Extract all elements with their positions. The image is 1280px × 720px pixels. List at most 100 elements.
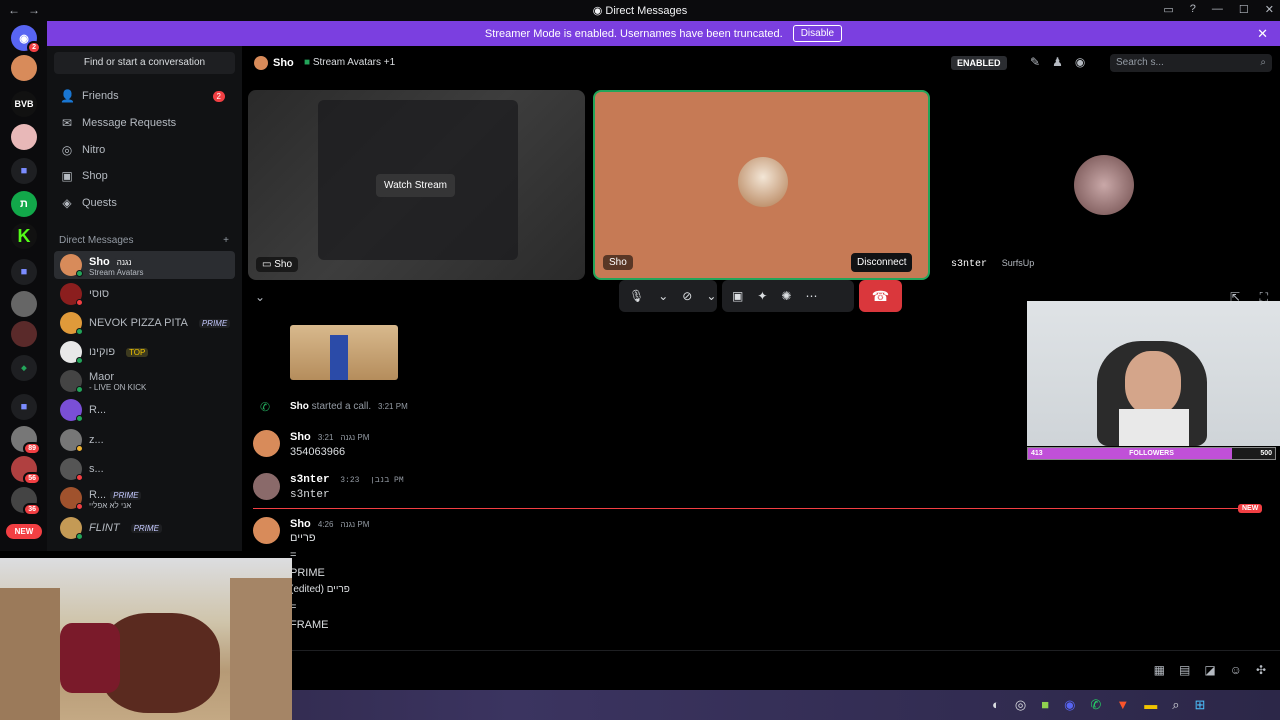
dm-item[interactable]: z... [54, 426, 235, 454]
minimize-icon[interactable]: — [1212, 3, 1223, 16]
screen-share-icon[interactable]: ▣ [732, 289, 743, 303]
avatar[interactable] [253, 473, 280, 500]
discord-icon[interactable]: ◉ [1064, 697, 1075, 713]
nav-nitro[interactable]: ◎ Nitro [54, 138, 235, 162]
camera-off-icon[interactable]: ⊘ [682, 289, 692, 303]
window-controls: ▭ ? — ☐ ✕ [1163, 3, 1274, 16]
close-window-icon[interactable]: ✕ [1265, 3, 1274, 16]
avatar [60, 399, 83, 422]
server-icon[interactable]: 36 [11, 487, 41, 516]
pin-icon[interactable]: ✎ [1030, 55, 1040, 69]
disconnect-button[interactable]: ☎ [859, 280, 902, 312]
dm-item[interactable]: s... [54, 455, 235, 483]
inbox-icon[interactable]: ▭ [1163, 3, 1173, 16]
add-dm-icon[interactable]: + [223, 235, 229, 246]
close-icon[interactable]: ✕ [1257, 26, 1268, 42]
sticker-icon[interactable]: ◪ [1204, 663, 1215, 677]
user-avatar[interactable] [11, 55, 37, 81]
gift-icon[interactable]: ▦ [1154, 663, 1165, 677]
activity-controls: ▣ ✦ ✺ ⋯ [722, 280, 854, 312]
dm-item[interactable]: FLINT PRIME [54, 514, 235, 542]
avatar [60, 487, 83, 510]
header-activity[interactable]: ■ Stream Avatars +1 [304, 57, 395, 68]
image-attachment[interactable] [290, 325, 398, 380]
kick-icon[interactable]: K [11, 223, 37, 249]
folder-icon[interactable]: ■ [11, 158, 37, 184]
avatar [60, 429, 83, 452]
followers-goal-bar: 413 FOLLOWERS 500 [1027, 447, 1276, 460]
title-bar: ←→ ◉ Direct Messages ▭ ? — ☐ ✕ [0, 0, 1280, 21]
windows-icon[interactable]: ⊞ [1194, 697, 1205, 713]
avatar[interactable] [253, 430, 280, 457]
chevron-down-icon[interactable]: ⌄ [658, 289, 668, 303]
server-bvb[interactable]: BVB [11, 91, 37, 117]
dm-item[interactable]: סוסי [54, 280, 235, 308]
chevron-down-icon[interactable]: ⌄ [706, 289, 716, 303]
avatar[interactable] [253, 517, 280, 544]
folder-icon[interactable]: ■ [11, 394, 37, 420]
disable-button[interactable]: Disable [792, 25, 843, 42]
dm-item[interactable]: NEVOK PIZZA PITA PRIME [54, 309, 235, 337]
activities-icon[interactable]: ✦ [757, 289, 767, 303]
friends-count-badge: 2 [212, 90, 225, 102]
avatar [60, 254, 83, 277]
chevron-down-icon[interactable]: ⌄ [255, 290, 265, 304]
emoji-icon[interactable]: ☺ [1230, 663, 1242, 677]
dm-item[interactable]: Maor - LIVE ON KICK [54, 367, 235, 395]
search-icon[interactable]: ⌕ [1172, 697, 1179, 713]
gif-icon[interactable]: ▤ [1179, 663, 1190, 677]
message-composer[interactable]: ▦ ▤ ◪ ☺ ✣ [242, 650, 1280, 690]
stream-tile[interactable]: Watch Stream ▭ Sho [248, 90, 585, 280]
participant-tile[interactable]: Sho [593, 90, 930, 280]
new-messages-badge: NEW [1238, 504, 1263, 513]
avatar [1074, 155, 1134, 215]
server-icon[interactable]: 56 [11, 456, 41, 485]
server-icon[interactable] [11, 321, 37, 347]
microphone-icon[interactable]: 🎙 [629, 289, 644, 303]
folder-icon[interactable]: ■ [11, 259, 37, 285]
dm-item[interactable]: פוקינו TOP [54, 338, 235, 366]
brave-icon[interactable]: ▼ [1116, 697, 1129, 713]
edge-icon[interactable]: ◐ [992, 697, 1000, 713]
home-button[interactable]: ◉ 2 [11, 25, 41, 54]
stream-icon: ▭ [262, 259, 275, 270]
dm-item[interactable]: R... [54, 396, 235, 424]
enabled-badge[interactable]: ENABLED [951, 56, 1007, 70]
folder-icon[interactable]: ▬ [1144, 697, 1157, 713]
apps-icon[interactable]: ✣ [1256, 663, 1266, 677]
add-friends-icon[interactable]: ♟ [1052, 55, 1063, 69]
obs-icon[interactable]: ◎ [1015, 697, 1026, 713]
dm-sidebar: Find or start a conversation 👤 Friends 2… [47, 46, 242, 551]
find-conversation-input[interactable]: Find or start a conversation [54, 52, 235, 74]
search-input[interactable]: Search s... ⌕ [1110, 54, 1272, 72]
maximize-icon[interactable]: ☐ [1239, 3, 1249, 16]
server-icon[interactable] [11, 291, 37, 317]
dm-item[interactable]: R... PRIME אני לא אפליי [54, 484, 235, 512]
nav-shop[interactable]: ▣ Shop [54, 164, 235, 188]
channel-header: Sho ■ Stream Avatars +1 ENABLED ✎ ♟ ◉ Se… [242, 46, 1280, 80]
header-user[interactable]: Sho [254, 56, 294, 70]
nav-message-requests[interactable]: ✉ Message Requests [54, 111, 235, 135]
new-unreads-badge[interactable]: NEW [6, 524, 42, 539]
watch-stream-button[interactable]: Watch Stream [376, 174, 455, 197]
nav-quests[interactable]: ◈ Quests [54, 191, 235, 215]
message-text: 354063966 [290, 446, 346, 458]
help-icon[interactable]: ? [1190, 3, 1196, 16]
whatsapp-icon[interactable]: ✆ [1090, 697, 1101, 713]
server-icon[interactable] [11, 124, 37, 150]
server-icon[interactable]: ת [11, 191, 37, 217]
soundboard-icon[interactable]: ✺ [781, 289, 791, 303]
profile-icon[interactable]: ◉ [1075, 55, 1085, 69]
nav-friends[interactable]: 👤 Friends 2 [54, 84, 235, 108]
disconnect-tooltip: Disconnect [851, 253, 913, 272]
dm-section-header: Direct Messages + [59, 235, 229, 246]
server-icon[interactable]: ◆ [11, 355, 37, 381]
more-icon[interactable]: ⋯ [805, 289, 817, 303]
dm-item[interactable]: Sho נגנה Stream Avatars [54, 251, 235, 279]
participant-tile[interactable]: s3nter SurfsUp [937, 90, 1274, 280]
server-icon[interactable]: 89 [11, 426, 41, 455]
app-icon[interactable]: ■ [1041, 697, 1049, 713]
call-area: Watch Stream ▭ Sho Sho s3nter SurfsUp Di… [242, 80, 1280, 325]
game-icon: ■ [304, 57, 311, 68]
message-author: Sho נגנה 4:26 PM [290, 518, 370, 530]
